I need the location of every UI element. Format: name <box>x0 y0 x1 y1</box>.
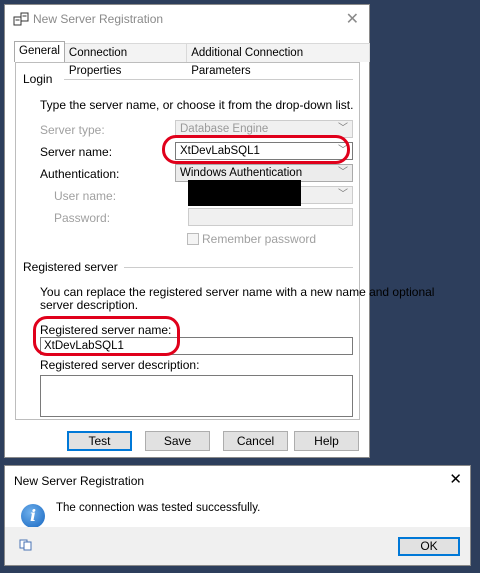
remember-password-label: Remember password <box>202 232 317 246</box>
message-box: New Server Registration ✕ i The connecti… <box>4 465 471 566</box>
server-type-select[interactable]: Database Engine ﹀ <box>175 120 353 138</box>
password-field[interactable] <box>188 208 353 226</box>
login-separator <box>64 79 353 80</box>
registered-server-name-value: XtDevLabSQL1 <box>44 340 124 352</box>
message-text: The connection was tested successfully. <box>56 502 261 514</box>
login-section-title: Login <box>23 72 53 86</box>
user-name-label: User name: <box>54 189 117 203</box>
save-button[interactable]: Save <box>145 431 210 451</box>
login-instruction: Type the server name, or choose it from … <box>40 98 354 112</box>
copy-icon[interactable] <box>19 539 33 551</box>
remember-password-checkbox[interactable] <box>187 233 199 245</box>
message-box-footer: OK <box>5 527 470 565</box>
authentication-label: Authentication: <box>40 167 120 181</box>
tab-additional-connection-parameters[interactable]: Additional Connection Parameters <box>186 43 370 77</box>
registered-instruction-line2: server description. <box>40 298 139 312</box>
authentication-value: Windows Authentication <box>180 167 303 179</box>
help-button[interactable]: Help <box>294 431 359 451</box>
tab-connection-properties[interactable]: Connection Properties <box>63 43 188 77</box>
tab-general[interactable]: General <box>14 41 65 62</box>
cancel-button[interactable]: Cancel <box>223 431 288 451</box>
registered-server-section-title: Registered server <box>23 260 118 274</box>
dialog-titlebar: New Server Registration ✕ <box>5 5 369 33</box>
server-type-label: Server type: <box>40 123 105 137</box>
close-icon[interactable]: ✕ <box>449 470 462 488</box>
redaction-box <box>188 180 301 206</box>
chevron-down-icon: ﹀ <box>338 189 348 200</box>
chevron-down-icon: ﹀ <box>338 123 348 134</box>
server-registration-icon <box>13 12 29 26</box>
general-tab-panel: Login Type the server name, or choose it… <box>15 62 434 420</box>
tab-strip: General Connection Properties Additional… <box>14 41 370 77</box>
ok-button[interactable]: OK <box>398 537 460 556</box>
info-icon: i <box>21 504 45 528</box>
close-icon[interactable]: ✕ <box>346 9 359 29</box>
password-label: Password: <box>54 211 111 225</box>
server-name-combo[interactable]: XtDevLabSQL1 ﹀ <box>175 142 353 160</box>
registered-server-separator <box>124 267 353 268</box>
test-button[interactable]: Test <box>67 431 132 451</box>
dialog-title: New Server Registration <box>33 12 164 26</box>
server-name-value: XtDevLabSQL1 <box>180 145 260 157</box>
chevron-down-icon: ﹀ <box>338 167 348 178</box>
registered-server-description-field[interactable] <box>40 375 353 417</box>
server-name-label: Server name: <box>40 145 113 159</box>
registered-instruction-line1: You can replace the registered server na… <box>40 285 435 299</box>
chevron-down-icon: ﹀ <box>338 145 348 156</box>
registered-server-name-field[interactable]: XtDevLabSQL1 <box>40 337 353 355</box>
registered-server-description-label: Registered server description: <box>40 358 200 372</box>
server-type-value: Database Engine <box>180 123 269 135</box>
new-server-registration-dialog: New Server Registration ✕ General Connec… <box>4 4 434 458</box>
message-box-title: New Server Registration <box>14 474 145 488</box>
registered-server-name-label: Registered server name: <box>40 323 172 337</box>
